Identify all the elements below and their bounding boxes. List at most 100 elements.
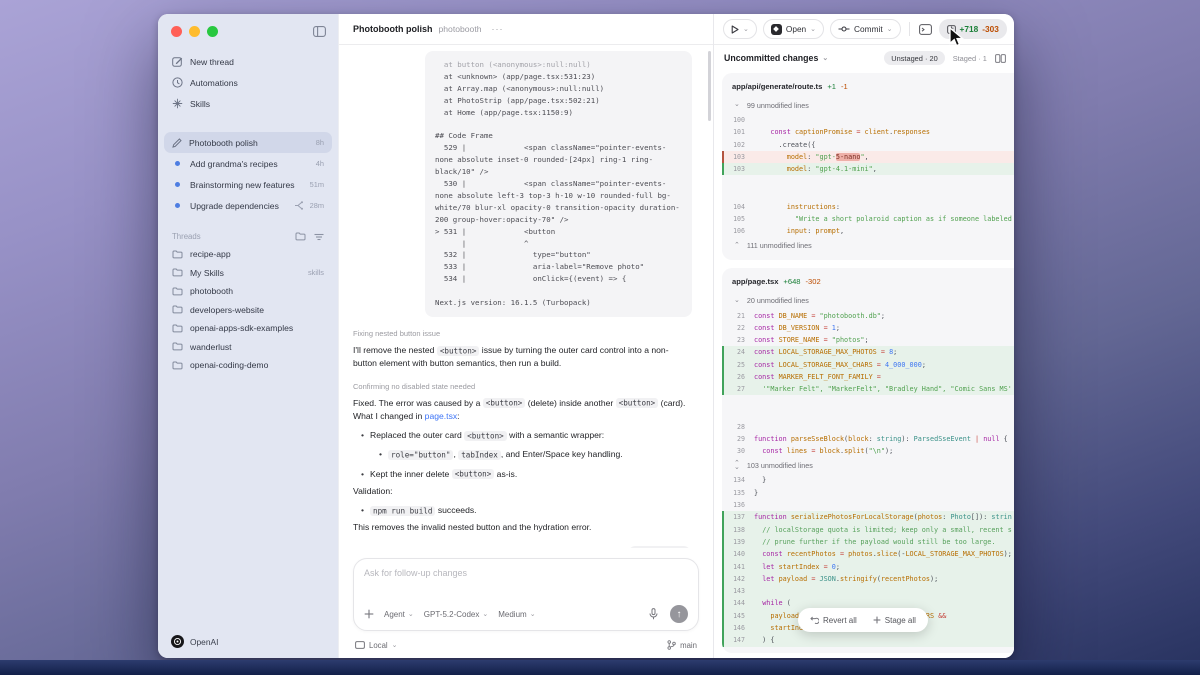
stage-all-button[interactable]: Stage all xyxy=(865,616,924,625)
thread-menu-button[interactable]: ··· xyxy=(492,24,504,34)
changes-dropdown[interactable]: Uncommitted changes⌄ xyxy=(724,53,828,63)
commit-button[interactable]: Commit ⌄ xyxy=(830,19,900,39)
split-view-icon[interactable] xyxy=(995,54,1006,63)
thread-time: 4h xyxy=(316,159,324,168)
unmodified-lines-toggle[interactable]: ⌃111 unmodified lines xyxy=(722,237,1014,254)
message-bullet: •role="button", tabIndex, and Enter/Spac… xyxy=(379,448,691,461)
line-number: 27 xyxy=(724,385,754,393)
terminal-icon[interactable] xyxy=(919,24,932,35)
diff-code: const lines = block.split("\n"); xyxy=(754,447,1014,455)
tab-unstaged[interactable]: Unstaged · 20 xyxy=(884,51,944,65)
folder-item[interactable]: recipe-app xyxy=(164,245,332,264)
folder-item[interactable]: wanderlust xyxy=(164,338,332,357)
filter-icon[interactable] xyxy=(314,233,324,241)
folder-item[interactable]: openai-apps-sdk-examples xyxy=(164,319,332,338)
line-number: 26 xyxy=(724,373,754,381)
line-number: 106 xyxy=(724,227,754,235)
sidebar-item-skills[interactable]: Skills xyxy=(164,93,332,114)
folder-icon xyxy=(172,342,183,351)
folder-item[interactable]: openai-coding-demo xyxy=(164,356,332,375)
terminal-line: 534 | onClick={(event) => { xyxy=(435,273,682,285)
thread-item[interactable]: Upgrade dependencies28m xyxy=(164,195,332,216)
unmodified-lines-label: 111 unmodified lines xyxy=(747,241,812,250)
environment-dropdown[interactable]: Local xyxy=(369,641,388,650)
diff-row: 29function parseSseBlock(block: string):… xyxy=(722,433,1014,445)
zoom-window-button[interactable] xyxy=(207,26,218,37)
attach-plus-icon[interactable] xyxy=(364,609,374,619)
open-in-editor-button[interactable]: Open ⌄ xyxy=(763,19,824,39)
chat-scroll-area[interactable]: at button (<anonymous>:null:null) at <un… xyxy=(339,45,713,548)
unmodified-lines-label: 20 unmodified lines xyxy=(747,296,809,305)
chat-scrollbar[interactable] xyxy=(708,51,711,121)
diff-code: "Write a short polaroid caption as if so… xyxy=(754,215,1014,223)
diff-file-header[interactable]: app/api/generate/route.ts+1-1 xyxy=(722,80,1014,97)
diff-code: function parseSseBlock(block: string): P… xyxy=(754,435,1014,443)
assistant-message: Fixing nested button issueI'll remove th… xyxy=(339,327,713,534)
folder-label: photobooth xyxy=(190,286,324,296)
folder-icon xyxy=(172,324,183,333)
close-window-button[interactable] xyxy=(171,26,182,37)
minimize-window-button[interactable] xyxy=(189,26,200,37)
diff-code: let payload = JSON.stringify(recentPhoto… xyxy=(754,575,1014,583)
diff-file-card: app/page.tsx+648-302⌄20 unmodified lines… xyxy=(722,268,1014,652)
thread-item[interactable]: Photobooth polish8h xyxy=(164,132,332,153)
run-button[interactable]: ⌄ xyxy=(723,19,757,39)
folder-label: recipe-app xyxy=(190,249,324,259)
reasoning-dropdown[interactable]: Medium⌄ xyxy=(498,610,535,619)
compose-icon xyxy=(172,56,183,67)
local-env-icon xyxy=(355,641,365,649)
sidebar-recent-threads: Photobooth polish8hAdd grandma's recipes… xyxy=(158,132,338,216)
chat-header: Photobooth polish photobooth ··· xyxy=(339,14,713,45)
followup-input[interactable] xyxy=(364,568,688,594)
diff-code: .create({ xyxy=(754,141,1014,149)
thread-item[interactable]: Add grandma's recipes4h xyxy=(164,153,332,174)
diff-code: model: "gpt-5-nano", xyxy=(754,153,1014,161)
editor-app-icon xyxy=(771,24,782,35)
diff-row: 138 // localStorage quota is limited; ke… xyxy=(722,524,1014,536)
plus-icon xyxy=(873,616,881,624)
folder-icon xyxy=(172,287,183,296)
diff-file-header[interactable]: app/page.tsx+648-302 xyxy=(722,275,1014,292)
git-branch-icon xyxy=(667,640,676,650)
agent-mode-dropdown[interactable]: Agent⌄ xyxy=(384,610,414,619)
revert-all-button[interactable]: Revert all xyxy=(802,616,865,625)
folder-item[interactable]: photobooth xyxy=(164,282,332,301)
chevron-down-icon: ⌄ xyxy=(734,466,740,470)
unmodified-lines-toggle[interactable]: ⌄99 unmodified lines xyxy=(722,97,1014,114)
bullet-icon: • xyxy=(379,448,382,461)
sidebar-item-label: New thread xyxy=(190,57,324,67)
send-button[interactable]: ↑ xyxy=(670,605,688,623)
inline-code: npm run build xyxy=(370,506,435,516)
file-additions: +1 xyxy=(827,82,836,91)
sidebar-item-new-thread[interactable]: New thread xyxy=(164,51,332,72)
folder-item[interactable]: developers-website xyxy=(164,301,332,320)
thread-item[interactable]: Brainstorming new features51m xyxy=(164,174,332,195)
unmodified-lines-toggle[interactable]: ⌃⌄103 unmodified lines xyxy=(722,457,1014,474)
diff-code: input: prompt, xyxy=(754,227,1014,235)
unmodified-lines-toggle[interactable]: ⌄20 unmodified lines xyxy=(722,292,1014,309)
microphone-icon[interactable] xyxy=(649,608,658,620)
model-dropdown[interactable]: GPT-5.2-Codex⌄ xyxy=(424,610,488,619)
branch-name[interactable]: main xyxy=(680,641,697,650)
footer-account-label[interactable]: OpenAI xyxy=(190,637,218,647)
sidebar-item-automations[interactable]: Automations xyxy=(164,72,332,93)
diff-code: } xyxy=(754,489,1014,497)
file-link[interactable]: page.tsx xyxy=(425,411,458,421)
sidebar-toggle-icon[interactable] xyxy=(313,26,326,37)
diff-row: 134 } xyxy=(722,474,1014,486)
line-number: 145 xyxy=(724,612,754,620)
diff-row: 141 let startIndex = 0; xyxy=(722,560,1014,572)
diff-scroll-area[interactable]: app/api/generate/route.ts+1-1⌄99 unmodif… xyxy=(714,71,1014,658)
diff-code: const DB_NAME = "photobooth.db"; xyxy=(754,312,1014,320)
diff-code: const MARKER_FELT_FONT_FAMILY = xyxy=(754,373,1014,381)
thread-title: Photobooth polish xyxy=(353,24,432,34)
folder-tag: skills xyxy=(308,268,324,277)
bullet-text: npm run build succeeds. xyxy=(370,504,477,517)
folder-item[interactable]: My Skillsskills xyxy=(164,264,332,283)
threads-section-header: Threads xyxy=(172,232,324,241)
total-deletions: -303 xyxy=(982,24,999,34)
tab-staged[interactable]: Staged · 1 xyxy=(953,54,987,63)
chevron-down-icon: ⌄ xyxy=(392,642,398,649)
line-number: 140 xyxy=(724,550,754,558)
new-folder-icon[interactable] xyxy=(295,232,306,241)
